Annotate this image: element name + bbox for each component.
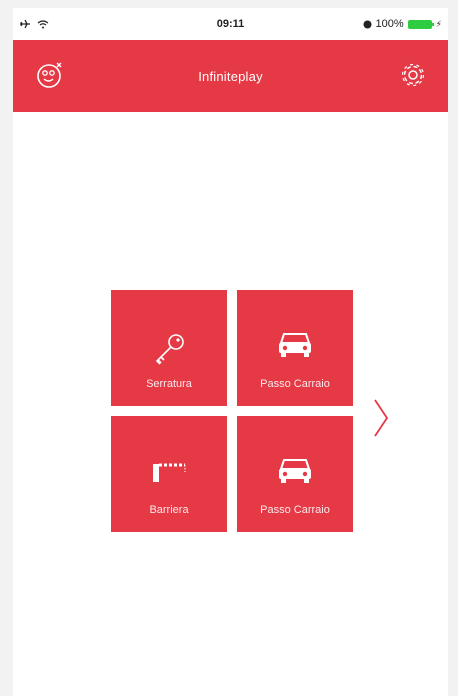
key-icon <box>155 334 184 365</box>
status-time: 09:11 <box>216 18 245 30</box>
tile-label: Barriera <box>149 504 189 516</box>
tile-serratura[interactable]: Serratura <box>111 290 227 406</box>
tile-passo-carraio-2[interactable]: Passo Carraio <box>237 416 353 532</box>
gear-icon[interactable] <box>400 62 426 88</box>
status-bar: 09:11 100% ⚡ <box>13 8 448 40</box>
tile-label: Passo Carraio <box>260 504 330 516</box>
device-grid: Serratura Passo Carraio Barriera Passo C… <box>111 290 353 532</box>
chevron-right-icon[interactable] <box>371 398 391 438</box>
car-icon <box>279 459 311 483</box>
tile-label: Passo Carraio <box>260 378 330 390</box>
tile-barriera[interactable]: Barriera <box>111 416 227 532</box>
app-screen: 09:11 100% ⚡ Infiniteplay Serratura Pass… <box>13 8 448 696</box>
face-icon[interactable] <box>35 60 65 90</box>
tile-label: Serratura <box>146 378 192 390</box>
app-header: Infiniteplay <box>13 40 448 112</box>
battery-icon <box>407 19 434 29</box>
car-icon <box>279 333 311 357</box>
tile-passo-carraio-1[interactable]: Passo Carraio <box>237 290 353 406</box>
app-title: Infiniteplay <box>198 68 263 84</box>
barrier-icon <box>153 463 186 482</box>
